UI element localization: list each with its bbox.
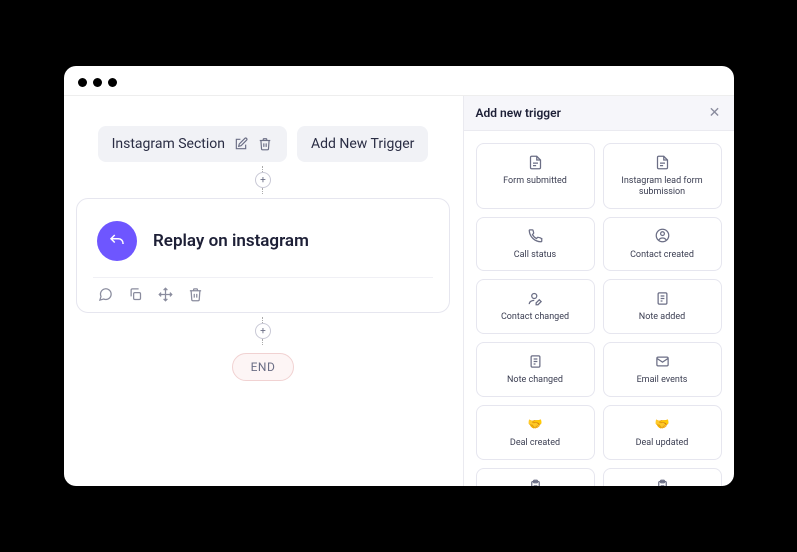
handshake-icon: 🤝 <box>654 416 670 432</box>
connector-add-button[interactable]: + <box>255 323 271 339</box>
end-label: END <box>251 360 276 374</box>
trigger-label: Contact created <box>630 250 694 261</box>
trigger-label: Email events <box>637 375 688 386</box>
trigger-grid: Form submitted Instagram lead form submis… <box>464 131 734 486</box>
phone-icon <box>527 228 543 244</box>
step-title: Replay on instagram <box>153 231 309 251</box>
canvas-chip-row: Instagram Section Add New Trigger <box>98 126 429 162</box>
connector-bottom: + <box>255 313 271 349</box>
trigger-card-deal-updated[interactable]: 🤝 Deal updated <box>603 405 722 460</box>
connector-add-button[interactable]: + <box>255 172 271 188</box>
clipboard-icon <box>654 479 670 486</box>
form-icon <box>527 154 543 170</box>
trigger-label: Instagram lead form submission <box>610 176 715 198</box>
window-control-dot[interactable] <box>78 78 87 87</box>
trigger-card-form-submitted[interactable]: Form submitted <box>476 143 595 209</box>
window-titlebar <box>64 66 734 96</box>
content-area: Instagram Section Add New Trigger + <box>64 96 734 486</box>
edit-icon[interactable] <box>233 136 249 152</box>
connector-top: + <box>255 162 271 198</box>
workflow-canvas: Instagram Section Add New Trigger + <box>64 96 463 486</box>
trigger-card-contact-created[interactable]: Contact created <box>603 217 722 272</box>
trigger-card-note-added[interactable]: Note added <box>603 279 722 334</box>
trigger-label: Deal updated <box>636 438 689 449</box>
handshake-icon: 🤝 <box>527 416 543 432</box>
trash-icon[interactable] <box>187 286 203 302</box>
trash-icon[interactable] <box>257 136 273 152</box>
section-label: Instagram Section <box>112 136 225 152</box>
side-panel-title: Add new trigger <box>476 106 561 120</box>
trigger-card-task-added[interactable]: Task added <box>476 468 595 486</box>
side-panel-header: Add new trigger ✕ <box>464 96 734 131</box>
trigger-label: Note changed <box>507 375 563 386</box>
add-trigger-label: Add New Trigger <box>311 136 414 152</box>
window-control-dot[interactable] <box>108 78 117 87</box>
trigger-card-email-events[interactable]: Email events <box>603 342 722 397</box>
move-icon[interactable] <box>157 286 173 302</box>
side-panel-triggers: Add new trigger ✕ Form submitted Instagra… <box>463 96 734 486</box>
section-chip[interactable]: Instagram Section <box>98 126 287 162</box>
note-icon <box>527 353 543 369</box>
trigger-card-call-status[interactable]: Call status <box>476 217 595 272</box>
trigger-label: Contact changed <box>501 312 569 323</box>
user-circle-icon <box>654 228 670 244</box>
trigger-label: Form submitted <box>503 176 567 187</box>
trigger-label: Note added <box>639 312 685 323</box>
close-icon[interactable]: ✕ <box>708 106 722 120</box>
trigger-label: Call status <box>514 250 556 261</box>
copy-icon[interactable] <box>127 286 143 302</box>
clipboard-icon <box>527 479 543 486</box>
trigger-card-instagram-lead-form-submission[interactable]: Instagram lead form submission <box>603 143 722 209</box>
step-card-main: Replay on instagram <box>93 217 433 277</box>
trigger-label: Deal created <box>510 438 560 449</box>
comment-icon[interactable] <box>97 286 113 302</box>
trigger-card-note-changed[interactable]: Note changed <box>476 342 595 397</box>
workflow-step-card[interactable]: Replay on instagram <box>76 198 450 313</box>
user-edit-icon <box>527 290 543 306</box>
end-chip: END <box>232 353 295 381</box>
trigger-card-deal-created[interactable]: 🤝 Deal created <box>476 405 595 460</box>
note-icon <box>654 290 670 306</box>
form-icon <box>654 154 670 170</box>
step-toolbar <box>93 277 433 302</box>
app-window: Instagram Section Add New Trigger + <box>64 66 734 486</box>
mail-icon <box>654 353 670 369</box>
window-control-dot[interactable] <box>93 78 102 87</box>
trigger-card-contact-changed[interactable]: Contact changed <box>476 279 595 334</box>
reply-icon <box>97 221 137 261</box>
trigger-card-task-updated[interactable]: Task updated <box>603 468 722 486</box>
add-new-trigger-chip[interactable]: Add New Trigger <box>297 126 428 162</box>
